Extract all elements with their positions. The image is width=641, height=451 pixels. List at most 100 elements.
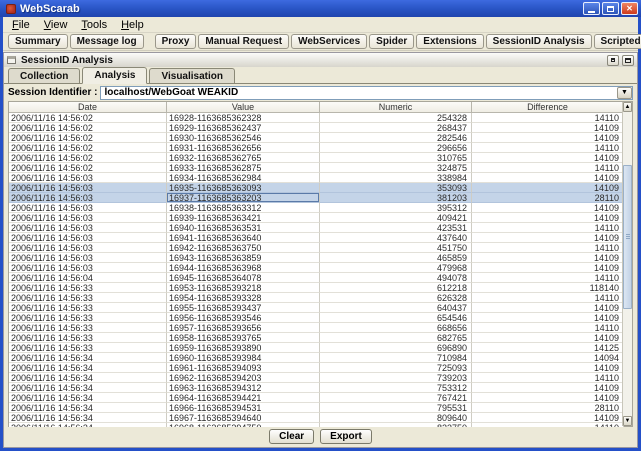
scroll-up-button[interactable]: ▲ — [623, 102, 632, 112]
toolbar-button-extensions[interactable]: Extensions — [416, 34, 483, 49]
close-button[interactable]: ✕ — [621, 2, 638, 15]
table-cell: 14109 — [472, 123, 624, 133]
table-cell: 16954-1163685393328 — [167, 293, 320, 303]
table-cell: 753312 — [320, 383, 472, 393]
table-row[interactable]: 2006/11/16 14:56:3316955-116368539343764… — [9, 303, 624, 313]
chevron-down-icon: ▼ — [621, 89, 628, 96]
table-row[interactable]: 2006/11/16 14:56:3316959-116368539389069… — [9, 343, 624, 353]
table-cell: 282546 — [320, 133, 472, 143]
table-cell: 14109 — [472, 183, 624, 193]
scrollbar-thumb[interactable] — [623, 165, 632, 309]
table-cell: 14110 — [472, 163, 624, 173]
tab-analysis[interactable]: Analysis — [82, 67, 147, 84]
table-row[interactable]: 2006/11/16 14:56:0416945-116368536407849… — [9, 273, 624, 283]
table-row[interactable]: 2006/11/16 14:56:0316939-116368536342140… — [9, 213, 624, 223]
table-row[interactable]: 2006/11/16 14:56:3316956-116368539354665… — [9, 313, 624, 323]
column-header-value[interactable]: Value — [167, 102, 320, 113]
maximize-icon — [607, 6, 614, 12]
sessionid-analysis-frame: SessionID Analysis CollectionAnalysisVis… — [3, 52, 638, 448]
window-title: WebScarab — [20, 3, 80, 15]
toolbar-button-message-log[interactable]: Message log — [70, 34, 144, 49]
table-cell: 2006/11/16 14:56:34 — [9, 373, 167, 383]
column-header-date[interactable]: Date — [9, 102, 167, 113]
table-row[interactable]: 2006/11/16 14:56:3416961-116368539409372… — [9, 363, 624, 373]
table-cell: 16938-1163685363312 — [167, 203, 320, 213]
toolbar-button-sessionid-analysis[interactable]: SessionID Analysis — [486, 34, 592, 49]
table-row[interactable]: 2006/11/16 14:56:0216933-116368536287532… — [9, 163, 624, 173]
table-cell: 2006/11/16 14:56:02 — [9, 153, 167, 163]
table-row[interactable]: 2006/11/16 14:56:0216931-116368536265629… — [9, 143, 624, 153]
tab-bar: CollectionAnalysisVisualisation — [4, 67, 637, 84]
combobox-value: localhost/WebGoat WEAKID — [101, 87, 617, 98]
table-cell: 16961-1163685394093 — [167, 363, 320, 373]
tab-visualisation[interactable]: Visualisation — [149, 68, 235, 83]
table-row[interactable]: 2006/11/16 14:56:3316958-116368539376568… — [9, 333, 624, 343]
menu-item-file[interactable]: File — [5, 18, 37, 32]
menu-item-tools[interactable]: Tools — [74, 18, 114, 32]
minimize-button[interactable] — [583, 2, 600, 15]
combobox-dropdown-button[interactable]: ▼ — [617, 87, 632, 99]
table-cell: 14109 — [472, 393, 624, 403]
toolbar-button-scripted[interactable]: Scripted — [594, 34, 641, 49]
table-cell: 381203 — [320, 193, 472, 203]
table-cell: 16964-1163685394421 — [167, 393, 320, 403]
table-row[interactable]: 2006/11/16 14:56:3316957-116368539365666… — [9, 323, 624, 333]
table-row[interactable]: 2006/11/16 14:56:0316934-116368536298433… — [9, 173, 624, 183]
restore-icon — [611, 58, 615, 62]
table-row[interactable]: 2006/11/16 14:56:0316938-116368536331239… — [9, 203, 624, 213]
toolbar-button-spider[interactable]: Spider — [369, 34, 414, 49]
vertical-scrollbar[interactable]: ▲ ▼ — [622, 102, 632, 426]
menu-item-view[interactable]: View — [37, 18, 75, 32]
table-cell: 16955-1163685393437 — [167, 303, 320, 313]
table-cell: 16942-1163685363750 — [167, 243, 320, 253]
table-row[interactable]: 2006/11/16 14:56:0216929-116368536243726… — [9, 123, 624, 133]
table-row[interactable]: 2006/11/16 14:56:3416967-116368539464080… — [9, 413, 624, 423]
table-cell: 437640 — [320, 233, 472, 243]
table-cell: 16941-1163685363640 — [167, 233, 320, 243]
scroll-down-button[interactable]: ▼ — [623, 416, 632, 426]
table-cell: 14109 — [472, 233, 624, 243]
table-row[interactable]: 2006/11/16 14:56:3416963-116368539431275… — [9, 383, 624, 393]
table-row[interactable]: 2006/11/16 14:56:0216928-116368536232825… — [9, 113, 624, 123]
toolbar-button-manual-request[interactable]: Manual Request — [198, 34, 289, 49]
table-row[interactable]: 2006/11/16 14:56:3316954-116368539332862… — [9, 293, 624, 303]
table-row[interactable]: 2006/11/16 14:56:0316944-116368536396847… — [9, 263, 624, 273]
column-header-numeric[interactable]: Numeric — [320, 102, 472, 113]
table-row[interactable]: 2006/11/16 14:56:0316940-116368536353142… — [9, 223, 624, 233]
toolbar-button-proxy[interactable]: Proxy — [155, 34, 197, 49]
table-cell: 338984 — [320, 173, 472, 183]
session-identifier-combobox[interactable]: localhost/WebGoat WEAKID ▼ — [100, 86, 633, 100]
frame-maximize-button[interactable] — [622, 55, 634, 66]
table-cell: 16943-1163685363859 — [167, 253, 320, 263]
table-cell: 2006/11/16 14:56:33 — [9, 303, 167, 313]
table-row[interactable]: 2006/11/16 14:56:0316942-116368536375045… — [9, 243, 624, 253]
frame-title-bar[interactable]: SessionID Analysis — [4, 53, 637, 67]
toolbar-button-webservices[interactable]: WebServices — [291, 34, 367, 49]
table-row[interactable]: 2006/11/16 14:56:0216932-116368536276531… — [9, 153, 624, 163]
table-cell: 14109 — [472, 333, 624, 343]
table-row[interactable]: 2006/11/16 14:56:0316935-116368536309335… — [9, 183, 624, 193]
menu-item-help[interactable]: Help — [114, 18, 151, 32]
table-cell: 494078 — [320, 273, 472, 283]
frame-restore-button[interactable] — [607, 55, 619, 66]
table-row[interactable]: 2006/11/16 14:56:3416968-116368539475082… — [9, 423, 624, 427]
column-header-difference[interactable]: Difference — [472, 102, 624, 113]
table-cell: 2006/11/16 14:56:34 — [9, 413, 167, 423]
export-button[interactable]: Export — [320, 429, 372, 444]
table-row[interactable]: 2006/11/16 14:56:3416960-116368539398471… — [9, 353, 624, 363]
clear-button[interactable]: Clear — [269, 429, 314, 444]
table-cell: 2006/11/16 14:56:34 — [9, 423, 167, 427]
table-row[interactable]: 2006/11/16 14:56:3416964-116368539442176… — [9, 393, 624, 403]
table-row[interactable]: 2006/11/16 14:56:3316953-116368539321861… — [9, 283, 624, 293]
maximize-button[interactable] — [602, 2, 619, 15]
table-row[interactable]: 2006/11/16 14:56:3416966-116368539453179… — [9, 403, 624, 413]
title-bar[interactable]: WebScarab ✕ — [0, 0, 641, 17]
table-row[interactable]: 2006/11/16 14:56:3416962-116368539420373… — [9, 373, 624, 383]
tab-collection[interactable]: Collection — [8, 68, 80, 83]
table-row[interactable]: 2006/11/16 14:56:0316937-116368536320338… — [9, 193, 624, 203]
toolbar-button-summary[interactable]: Summary — [8, 34, 68, 49]
table-row[interactable]: 2006/11/16 14:56:0316943-116368536385946… — [9, 253, 624, 263]
table-body: 2006/11/16 14:56:0216928-116368536232825… — [9, 113, 624, 427]
table-row[interactable]: 2006/11/16 14:56:0216930-116368536254628… — [9, 133, 624, 143]
table-row[interactable]: 2006/11/16 14:56:0316941-116368536364043… — [9, 233, 624, 243]
